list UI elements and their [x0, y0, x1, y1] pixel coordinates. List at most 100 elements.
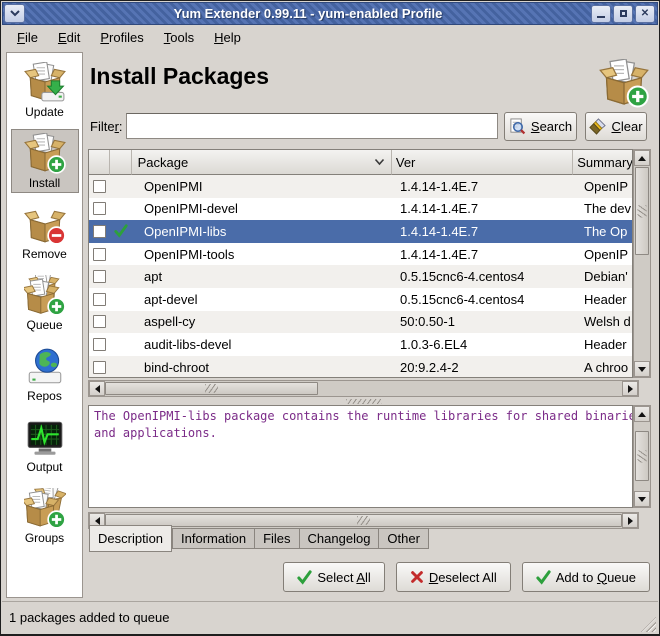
- menu-help[interactable]: Help: [204, 27, 251, 48]
- scrollbar-thumb[interactable]: [635, 431, 649, 481]
- row-checkbox[interactable]: [93, 361, 106, 374]
- filter-label: Filter:: [90, 119, 123, 134]
- description-textview[interactable]: The OpenIPMI-libs package contains the r…: [88, 405, 633, 508]
- package-summary: OpenIP: [580, 179, 632, 194]
- column-header-checkbox[interactable]: [89, 150, 110, 175]
- table-horizontal-scrollbar[interactable]: [88, 380, 639, 397]
- arrow-right-icon: [628, 385, 633, 393]
- install-box-icon: [24, 133, 66, 175]
- package-summary: The dev: [580, 201, 632, 216]
- menu-profiles[interactable]: Profiles: [90, 27, 153, 48]
- table-row[interactable]: apt-devel 0.5.15cnc6-4.centos4 Header: [89, 288, 632, 311]
- row-checkbox[interactable]: [93, 315, 106, 328]
- filter-input[interactable]: [126, 113, 498, 139]
- close-icon: ✕: [641, 9, 649, 19]
- add-to-queue-button[interactable]: Add to Queue: [522, 562, 650, 592]
- table-row[interactable]: bind-chroot 20:9.2.4-2 A chroo: [89, 356, 632, 378]
- table-vertical-scrollbar[interactable]: [633, 149, 651, 378]
- row-checkbox[interactable]: [93, 270, 106, 283]
- sidebar-item-groups[interactable]: Groups: [11, 484, 79, 548]
- table-row[interactable]: audit-libs-devel 1.0.3-6.EL4 Header: [89, 333, 632, 356]
- sidebar-item-label: Update: [25, 105, 64, 119]
- package-name: OpenIPMI-devel: [132, 201, 396, 216]
- tab-information[interactable]: Information: [172, 528, 255, 549]
- row-checkbox[interactable]: [93, 202, 106, 215]
- table-row[interactable]: OpenIPMI 1.4.14-1.4E.7 OpenIP: [89, 175, 632, 198]
- sidebar-item-label: Queue: [26, 318, 62, 332]
- sidebar-item-remove[interactable]: Remove: [11, 200, 79, 264]
- column-header-ver[interactable]: Ver: [392, 150, 573, 175]
- menu-file[interactable]: File: [7, 27, 48, 48]
- table-row[interactable]: aspell-cy 50:0.50-1 Welsh d: [89, 311, 632, 334]
- package-name: apt-devel: [132, 292, 396, 307]
- column-header-summary[interactable]: Summary: [573, 150, 632, 175]
- statusbar: 1 packages added to queue: [2, 601, 658, 634]
- repos-globe-icon: [24, 346, 66, 388]
- row-checkbox[interactable]: [93, 293, 106, 306]
- maximize-button[interactable]: [613, 5, 633, 23]
- description-vertical-scrollbar[interactable]: [633, 405, 651, 508]
- sidebar-item-install[interactable]: Install: [11, 129, 79, 193]
- menu-edit[interactable]: Edit: [48, 27, 90, 48]
- package-ver: 0.5.15cnc6-4.centos4: [396, 269, 580, 284]
- row-checkbox[interactable]: [93, 225, 106, 238]
- table-row-selected[interactable]: OpenIPMI-libs 1.4.14-1.4E.7 The Op: [89, 220, 632, 243]
- package-summary: A chroo: [580, 360, 632, 375]
- window-menu-button[interactable]: [4, 4, 25, 23]
- arrow-down-icon: [638, 497, 646, 502]
- select-all-button[interactable]: Select All: [283, 562, 384, 592]
- sidebar-item-update[interactable]: Update: [11, 58, 79, 122]
- arrow-up-icon: [638, 412, 646, 417]
- scroll-down-button[interactable]: [634, 361, 650, 377]
- row-checkbox[interactable]: [93, 338, 106, 351]
- table-row[interactable]: OpenIPMI-devel 1.4.14-1.4E.7 The dev: [89, 198, 632, 221]
- grip-icon: [205, 384, 218, 393]
- sidebar-item-repos[interactable]: Repos: [11, 342, 79, 406]
- tab-files[interactable]: Files: [255, 528, 299, 549]
- close-button[interactable]: ✕: [635, 5, 655, 23]
- status-text: 1 packages added to queue: [9, 610, 169, 625]
- tab-other[interactable]: Other: [379, 528, 429, 549]
- row-checkbox[interactable]: [93, 180, 106, 193]
- package-name: OpenIPMI-libs: [132, 224, 396, 239]
- package-name: apt: [132, 269, 396, 284]
- scroll-down-button[interactable]: [634, 491, 650, 507]
- sidebar-item-output[interactable]: Output: [11, 413, 79, 477]
- pane-splitter[interactable]: [88, 398, 639, 404]
- sidebar-item-queue[interactable]: Queue: [11, 271, 79, 335]
- resize-grip[interactable]: [641, 617, 656, 632]
- package-summary: OpenIP: [580, 247, 632, 262]
- sidebar-item-label: Groups: [25, 531, 64, 545]
- row-checkbox[interactable]: [93, 248, 106, 261]
- scroll-right-button[interactable]: [622, 513, 638, 528]
- package-summary: Header: [580, 292, 632, 307]
- scroll-up-button[interactable]: [634, 406, 650, 422]
- menu-tools[interactable]: Tools: [154, 27, 204, 48]
- red-x-icon: [410, 570, 424, 584]
- scrollbar-thumb[interactable]: [105, 382, 318, 395]
- output-monitor-icon: [24, 417, 66, 459]
- sidebar-item-label: Output: [26, 460, 62, 474]
- remove-box-icon: [24, 204, 66, 246]
- app-window: Yum Extender 0.99.11 - yum-enabled Profi…: [0, 0, 660, 636]
- action-buttons: Select All Deselect All Add to Queue: [283, 562, 650, 592]
- detail-tabs: Description Information Files Changelog …: [89, 525, 429, 553]
- clear-button[interactable]: Clear: [585, 112, 647, 141]
- column-header-status[interactable]: [110, 150, 132, 175]
- scroll-up-button[interactable]: [634, 150, 650, 166]
- deselect-all-button[interactable]: Deselect All: [396, 562, 511, 592]
- table-row[interactable]: apt 0.5.15cnc6-4.centos4 Debian': [89, 265, 632, 288]
- package-ver: 1.4.14-1.4E.7: [396, 179, 580, 194]
- tab-changelog[interactable]: Changelog: [300, 528, 380, 549]
- scroll-right-button[interactable]: [622, 381, 638, 396]
- package-name: bind-chroot: [132, 360, 396, 375]
- install-box-icon: [599, 59, 649, 109]
- tab-description[interactable]: Description: [89, 525, 172, 552]
- description-text: The OpenIPMI-libs package contains the r…: [94, 408, 627, 442]
- table-row[interactable]: OpenIPMI-tools 1.4.14-1.4E.7 OpenIP: [89, 243, 632, 266]
- scroll-left-button[interactable]: [89, 381, 105, 396]
- search-button[interactable]: Search: [504, 112, 577, 141]
- scrollbar-thumb[interactable]: [635, 167, 649, 255]
- column-header-package[interactable]: Package: [132, 150, 392, 175]
- minimize-button[interactable]: [591, 5, 611, 23]
